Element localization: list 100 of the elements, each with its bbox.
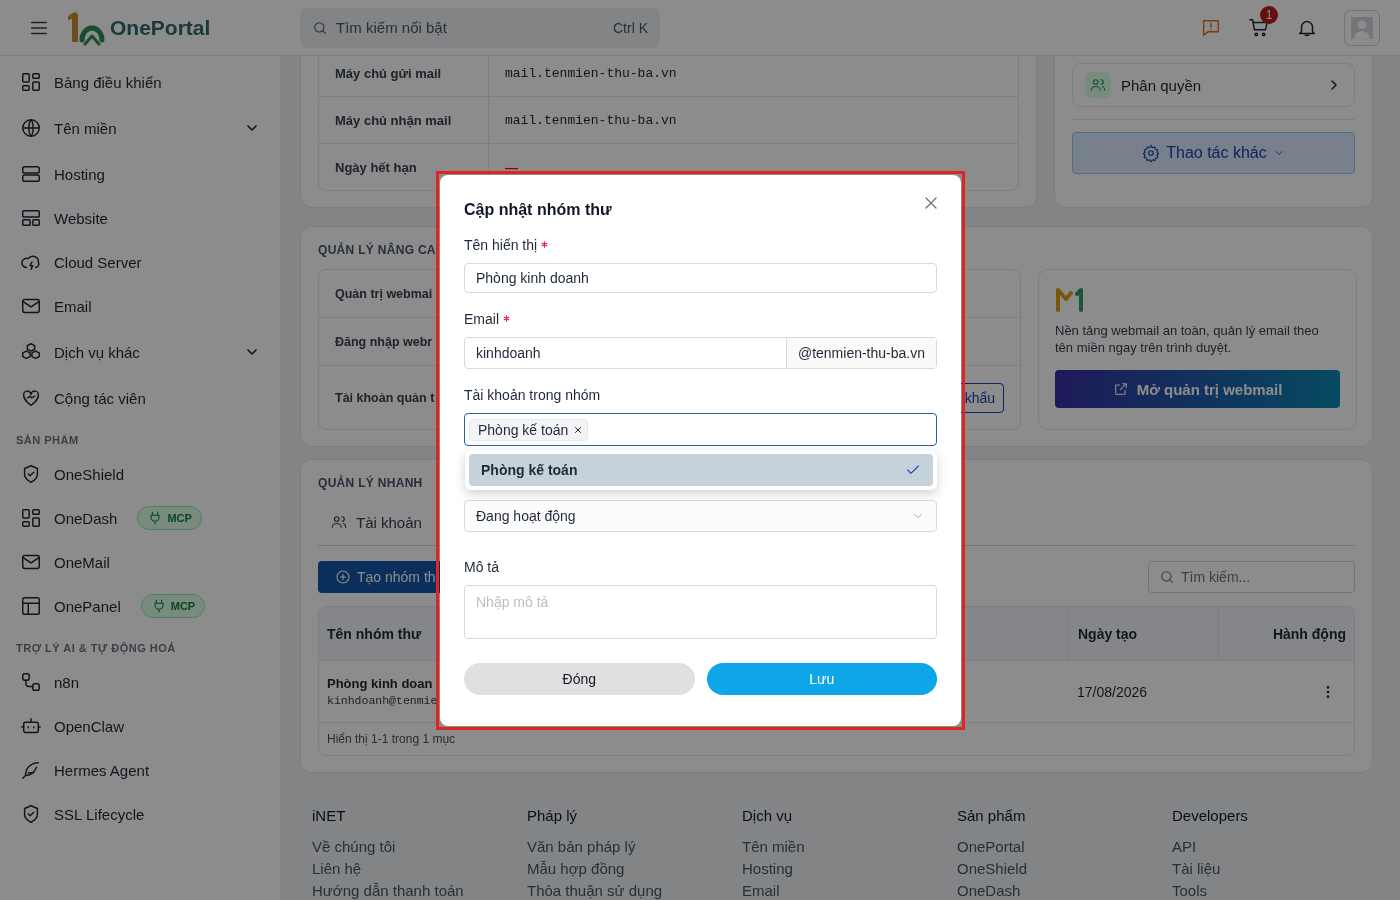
field-label: Đăng nhập webr [335,334,433,349]
sidebar-item[interactable]: Cộng tác viên [20,376,280,420]
footer-link[interactable]: Tên miền [742,838,957,855]
section-title: QUẢN LÝ NHANH [318,476,423,490]
footer-link[interactable]: API [1172,838,1387,855]
search-placeholder: Tìm kiếm nổi bật [336,19,448,36]
app-name: OnePortal [110,15,211,40]
footer-link[interactable]: Tools [1172,882,1387,899]
panel-icon [20,595,42,617]
dialog-title: Cập nhật nhóm thư [464,201,612,219]
sidebar-item[interactable]: Dịch vụ khác [20,328,280,376]
group-name: Phòng kinh doan [327,676,433,691]
promo-description: Nền tảng webmail an toàn, quản lý email theo tên miền ngay trên trình duyệt. [1055,322,1320,356]
footer-link[interactable]: Văn bản pháp lý [527,838,742,855]
field-label: Máy chủ nhận mail [335,112,452,128]
close-button[interactable]: Đóng [464,663,695,695]
field-value: mail.tenmien-thu-ba.vn [505,65,677,81]
server-icon [20,163,42,185]
sidebar-item[interactable]: Cloud Server [20,240,280,284]
section-title: SẢN PHẨM [16,434,80,446]
field-label: Email [464,311,499,327]
field-value: mail.tenmien-thu-ba.vn [505,112,677,128]
nodes-icon [20,671,42,693]
permission-label: Phân quyền [1121,76,1202,94]
column-header: Hành động [1272,625,1346,642]
sidebar-item[interactable]: Website [20,196,280,240]
footer-heading: iNET [312,807,347,824]
field-label: Tài khoản trong nhóm [464,387,601,403]
grid-icon [20,71,42,93]
footer-link[interactable]: Hướng dẫn thanh toán [312,882,527,899]
field-label: Tên hiển thị [464,237,538,253]
field-label: Tài khoản quản t [335,390,435,405]
plus-circle-icon [335,569,351,585]
feather-icon [20,759,42,781]
save-button[interactable]: Lưu [706,663,937,695]
footer-link[interactable]: Mẫu hợp đồng [527,860,742,877]
m1-logo-icon [1055,286,1085,314]
sidebar-item[interactable]: OnePanel MCP [20,584,280,628]
column-header: Tên nhóm thư [327,625,422,642]
section-title: TRỢ LÝ AI & TỰ ĐỘNG HOÁ [16,642,177,654]
name-input[interactable]: Phòng kinh doanh [464,263,937,293]
grid-icon [20,507,42,529]
footer-heading: Sản phẩm [957,807,1027,824]
footer-link[interactable]: OnePortal [957,838,1172,855]
external-link-icon [1112,381,1129,397]
search-icon [1159,569,1175,585]
footer-link[interactable]: Liên hệ [312,860,527,877]
footer-heading: Pháp lý [527,807,579,824]
shortcut-hint: Ctrl K [613,19,648,36]
heart-icon [20,387,42,409]
gear-icon [1142,144,1161,162]
search-field[interactable]: Tìm kiếm nổi bật Ctrl K [300,7,660,48]
mcp-badge: MCP [140,594,206,618]
sidebar-item[interactable]: Email [20,284,280,328]
footer-heading: Dịch vụ [742,807,794,824]
sidebar-item[interactable]: OneDash MCP [20,496,280,540]
remove-icon[interactable] [573,424,584,435]
footer-link[interactable]: Về chúng tôi [312,838,527,855]
footer-link[interactable]: Email [742,882,957,899]
sidebar-item[interactable]: Bảng điều khiển [20,60,280,104]
open-webmail-button[interactable]: Mở quản trị webmail [1055,370,1340,408]
sidebar-item[interactable]: SSL Lifecycle [20,792,280,836]
mcp-badge: MCP [137,506,202,530]
users-icon [330,513,348,531]
footer-link[interactable]: Hosting [742,860,957,877]
sidebar-item[interactable]: OpenClaw [20,704,280,748]
footer-heading: Developers [1172,807,1249,824]
column-header: Ngày tạo [1078,625,1138,642]
sidebar-item[interactable]: Hosting [20,152,280,196]
person-silhouette-icon [1349,14,1375,41]
group-email: kinhdoanh@tenmie [327,694,438,707]
more-actions-button[interactable]: Thao tác khác [1072,132,1355,174]
cart-count-badge: 1 [1260,5,1278,24]
users-icon [1085,72,1111,98]
sidebar-item[interactable]: Tên miền [20,104,280,152]
footer-link[interactable]: Thỏa thuận sử dụng [527,882,742,899]
field-label: Quản trị webmai [335,286,433,301]
section-title: QUẢN LÝ NÂNG CA [318,243,436,257]
logo-icon[interactable] [68,9,106,46]
layout-icon [20,207,42,229]
search-field[interactable]: Tìm kiếm... [1148,561,1355,593]
field-label: Mô tả [464,559,499,575]
search-placeholder: Tìm kiếm... [1181,569,1251,585]
permission-item[interactable]: Phân quyền [1072,63,1355,107]
sidebar-item[interactable]: OneShield [20,452,280,496]
sidebar-item[interactable]: OneMail [20,540,280,584]
tab[interactable]: Tài khoản [318,505,434,545]
table-cell: 17/08/2026 [1077,683,1148,700]
footer-link[interactable]: Tài liệu [1172,860,1387,877]
footer-link[interactable]: OneDash [957,882,1172,899]
member-tag: Phòng kế toán [469,418,589,441]
search-icon [312,19,328,36]
footer-link[interactable]: OneShield [957,860,1172,877]
field-label: Máy chủ gửi mail [335,65,442,81]
sidebar-item[interactable]: n8n [20,660,280,704]
dropdown-option[interactable]: Phòng kế toán [469,454,933,486]
status-select[interactable]: Đang hoạt động [464,500,937,532]
globe-icon [20,117,42,139]
sidebar-item[interactable]: Hermes Agent [20,748,280,792]
field-label: Ngày hết hạn [335,159,417,175]
